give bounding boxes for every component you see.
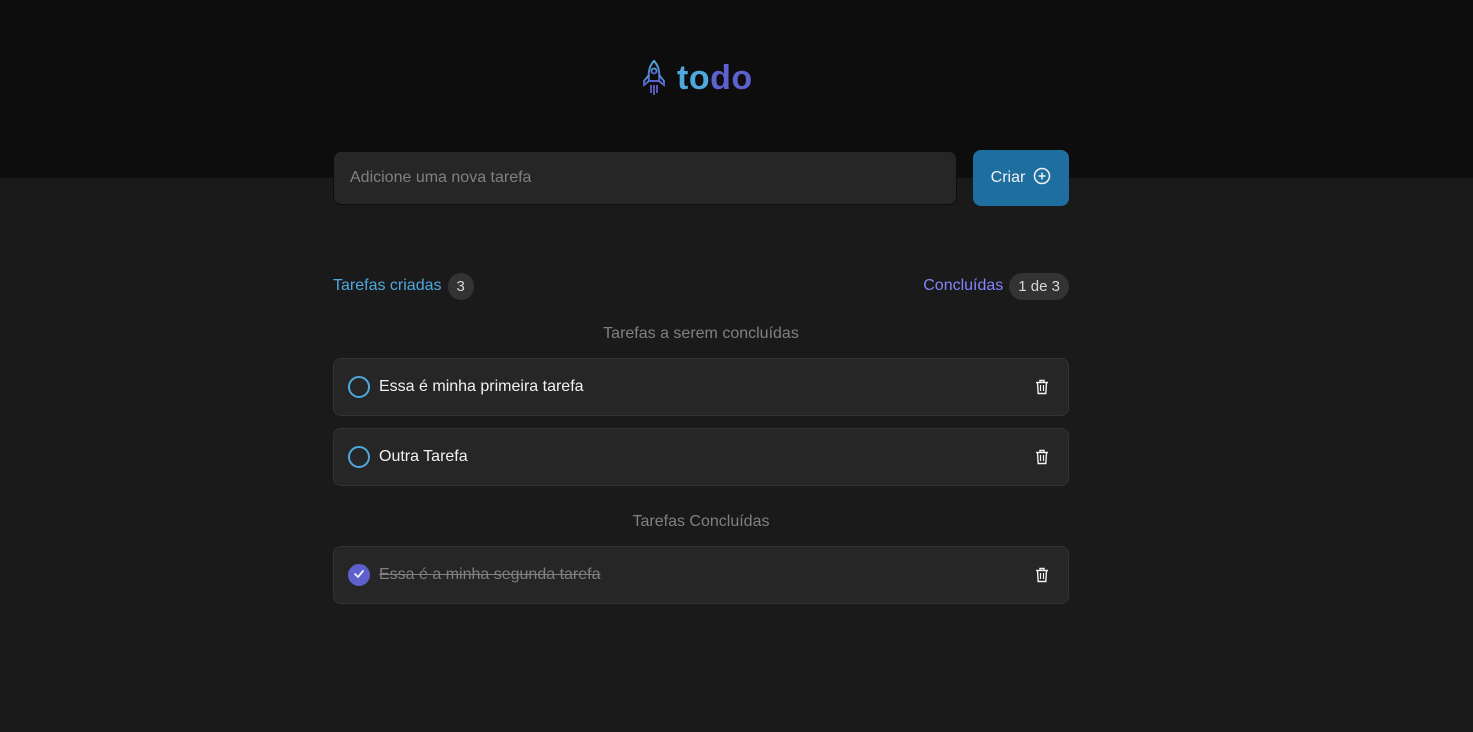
new-task-form: Criar bbox=[333, 150, 1069, 206]
created-count-badge: 3 bbox=[447, 272, 474, 300]
task-text: Essa é a minha segunda tarefa bbox=[379, 566, 601, 583]
task-item: Outra Tarefa bbox=[333, 428, 1069, 486]
done-label: Concluídas bbox=[923, 277, 1004, 294]
trash-icon[interactable] bbox=[1030, 445, 1054, 469]
task-checkbox-checked[interactable] bbox=[348, 564, 370, 586]
task-text: Essa é minha primeira tarefa bbox=[379, 378, 584, 395]
created-label: Tarefas criadas bbox=[333, 277, 442, 294]
task-checkbox[interactable] bbox=[348, 446, 370, 468]
plus-circle-icon bbox=[1033, 167, 1051, 190]
task-item: Essa é minha primeira tarefa bbox=[333, 358, 1069, 416]
logo-part2: do bbox=[710, 58, 753, 97]
task-counters: Tarefas criadas 3 Concluídas 1 de 3 bbox=[333, 272, 1069, 300]
done-section-title: Tarefas Concluídas bbox=[632, 513, 770, 530]
create-button[interactable]: Criar bbox=[973, 150, 1069, 206]
task-checkbox[interactable] bbox=[348, 376, 370, 398]
logo-wordmark: todo bbox=[677, 59, 753, 98]
trash-icon[interactable] bbox=[1030, 375, 1054, 399]
logo-part1: to bbox=[677, 58, 711, 97]
create-button-label: Criar bbox=[990, 169, 1026, 186]
pending-section-title: Tarefas a serem concluídas bbox=[603, 325, 799, 342]
trash-icon[interactable] bbox=[1030, 563, 1054, 587]
done-counter: Concluídas 1 de 3 bbox=[923, 272, 1069, 300]
created-counter: Tarefas criadas 3 bbox=[333, 272, 474, 300]
task-text: Outra Tarefa bbox=[379, 448, 468, 465]
check-icon bbox=[353, 566, 365, 584]
rocket-icon bbox=[641, 59, 667, 97]
new-task-input[interactable] bbox=[333, 151, 957, 205]
done-count-badge: 1 de 3 bbox=[1009, 272, 1069, 300]
task-item-done: Essa é a minha segunda tarefa bbox=[333, 546, 1069, 604]
app-logo: todo bbox=[641, 58, 753, 98]
